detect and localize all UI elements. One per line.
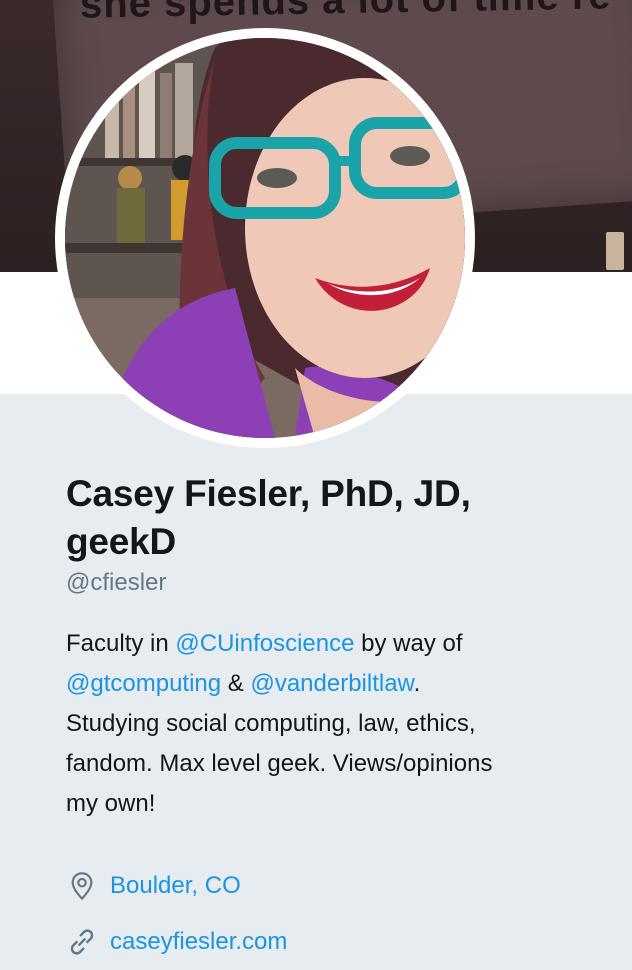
link-icon	[70, 929, 94, 955]
location-link[interactable]: Boulder, CO	[110, 872, 241, 900]
profile-card: Casey Fiesler, PhD, JD, geekD @cfiesler …	[66, 470, 586, 824]
bio-line4: fandom. Max level geek. Views/opinions	[66, 750, 493, 777]
bio-line5: my own!	[66, 790, 156, 817]
display-name-line1: Casey Fiesler, PhD, JD,	[66, 473, 471, 514]
profile-bio: Faculty in @CUinfoscience by way of @gtc…	[66, 624, 586, 824]
avatar[interactable]	[65, 38, 465, 438]
bio-ampersand: &	[221, 670, 251, 697]
display-name-line2: geekD	[66, 521, 177, 562]
profile-meta: Boulder, CO caseyfiesler.com	[66, 866, 287, 962]
mention-gtcomputing[interactable]: @gtcomputing	[66, 670, 221, 697]
website-row[interactable]: caseyfiesler.com	[66, 922, 287, 962]
website-link[interactable]: caseyfiesler.com	[110, 928, 287, 956]
bio-line3: Studying social computing, law, ethics,	[66, 710, 476, 737]
location-row[interactable]: Boulder, CO	[66, 866, 287, 906]
bio-text-prefix: Faculty in	[66, 630, 176, 657]
display-name[interactable]: Casey Fiesler, PhD, JD, geekD	[66, 470, 586, 566]
bio-period: .	[413, 670, 421, 697]
mention-cuinfoscience[interactable]: @CUinfoscience	[175, 630, 354, 657]
banner-peg	[606, 232, 624, 270]
map-pin-icon	[71, 872, 93, 901]
mention-vanderbiltlaw[interactable]: @vanderbiltlaw	[250, 670, 413, 697]
bio-text-mid: by way of	[354, 630, 463, 657]
avatar-photo	[65, 38, 465, 438]
user-handle[interactable]: @cfiesler	[66, 566, 586, 600]
